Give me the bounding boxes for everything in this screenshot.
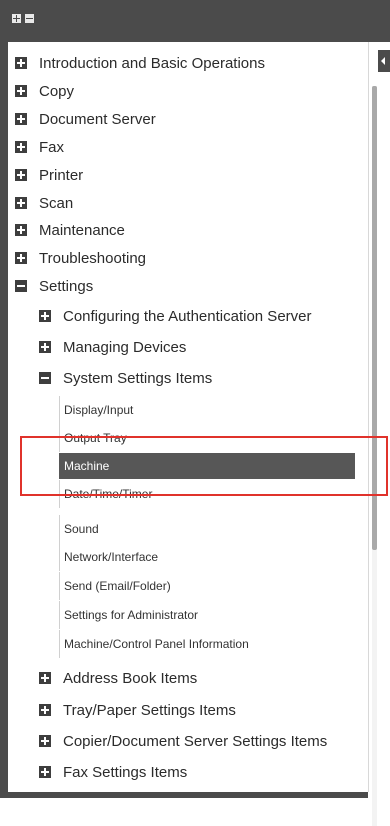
toc-item-configuring-auth-server[interactable]: Configuring the Authentication Server	[39, 302, 312, 330]
expand-icon[interactable]	[15, 141, 27, 153]
expand-all-icon[interactable]	[12, 14, 21, 23]
collapse-panel-icon[interactable]	[378, 50, 390, 72]
toc-item-label: Managing Devices	[63, 338, 187, 356]
expand-icon[interactable]	[39, 672, 51, 684]
toc-item-label: Troubleshooting	[39, 249, 147, 267]
toc-item-address-book-items[interactable]: Address Book Items	[39, 664, 197, 692]
toc-item-label: Configuring the Authentication Server	[63, 307, 312, 325]
expand-icon[interactable]	[15, 57, 27, 69]
toc-item-label: Document Server	[39, 110, 156, 128]
expand-icon[interactable]	[39, 341, 51, 353]
toc-leaf-sound[interactable]: Sound	[59, 515, 355, 543]
toc-item-label: Printer	[39, 166, 84, 184]
toc-item-label: Introduction and Basic Operations	[39, 54, 265, 72]
highlight-annotation-box	[20, 436, 388, 496]
toc-item-label: Tray/Paper Settings Items	[63, 701, 236, 719]
toc-item-scan[interactable]: Scan	[15, 191, 73, 215]
expand-icon[interactable]	[15, 197, 27, 209]
expand-icon[interactable]	[15, 252, 27, 264]
toc-item-label: Maintenance	[39, 221, 125, 239]
collapse-icon[interactable]	[15, 280, 27, 292]
expand-icon[interactable]	[15, 169, 27, 181]
toc-item-managing-devices[interactable]: Managing Devices	[39, 333, 186, 361]
collapse-all-icon[interactable]	[25, 14, 34, 23]
expand-icon[interactable]	[39, 766, 51, 778]
toc-item-printer[interactable]: Printer	[15, 163, 83, 187]
toc-item-copier-document-server-settings-items[interactable]: Copier/Document Server Settings Items	[39, 727, 327, 755]
toc-item-fax[interactable]: Fax	[15, 135, 64, 159]
toc-item-document-server[interactable]: Document Server	[15, 107, 156, 131]
toc-item-tray-paper-settings-items[interactable]: Tray/Paper Settings Items	[39, 696, 236, 724]
toc-item-label: Fax Settings Items	[63, 763, 188, 781]
toc-item-label: System Settings Items	[63, 369, 213, 387]
expand-icon[interactable]	[39, 735, 51, 747]
expand-icon[interactable]	[15, 224, 27, 236]
toc-item-label: Copy	[39, 82, 75, 100]
toc-leaf-settings-for-administrator[interactable]: Settings for Administrator	[59, 601, 355, 629]
toc-item-label: Scan	[39, 194, 74, 212]
toc-item-introduction[interactable]: Introduction and Basic Operations	[15, 51, 265, 75]
toc-toolbar	[0, 0, 390, 42]
expand-icon[interactable]	[15, 85, 27, 97]
toc-leaf-display-input[interactable]: Display/Input	[59, 396, 355, 424]
toc-item-settings[interactable]: Settings	[15, 274, 93, 298]
toc-item-copy[interactable]: Copy	[15, 79, 74, 103]
toc-item-label: Address Book Items	[63, 669, 198, 687]
expand-icon[interactable]	[39, 310, 51, 322]
toc-item-troubleshooting[interactable]: Troubleshooting	[15, 246, 146, 270]
toc-item-label: Fax	[39, 138, 65, 156]
toc-item-label: Copier/Document Server Settings Items	[63, 732, 328, 750]
toc-item-fax-settings-items[interactable]: Fax Settings Items	[39, 758, 187, 786]
collapse-icon[interactable]	[39, 372, 51, 384]
toc-item-system-settings-items[interactable]: System Settings Items	[39, 364, 212, 392]
toc-item-maintenance[interactable]: Maintenance	[15, 218, 125, 242]
expand-icon[interactable]	[15, 113, 27, 125]
toc-leaf-send-email-folder[interactable]: Send (Email/Folder)	[59, 572, 355, 600]
toc-leaf-network-interface[interactable]: Network/Interface	[59, 543, 355, 571]
toc-item-label: Settings	[39, 277, 94, 295]
toc-leaf-machine-control-panel-information[interactable]: Machine/Control Panel Information	[59, 630, 355, 658]
expand-icon[interactable]	[39, 704, 51, 716]
